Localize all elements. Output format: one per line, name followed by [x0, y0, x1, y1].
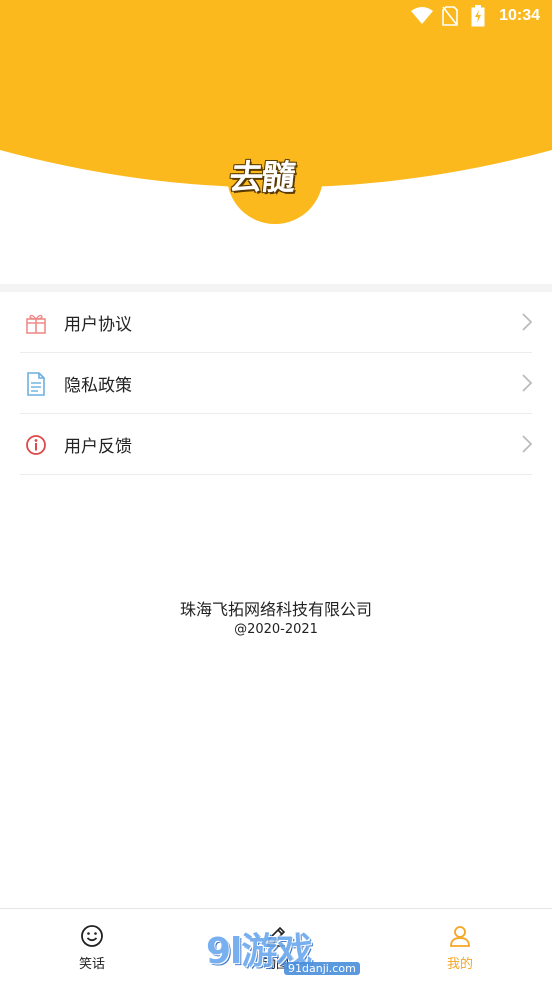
company-name: 珠海飞拓网络科技有限公司	[179, 600, 372, 619]
smile-icon	[79, 923, 105, 949]
bottom-tab-bar: 笑话 动图 我的	[0, 908, 552, 981]
no-sim-icon	[439, 5, 461, 27]
chevron-right-icon	[522, 374, 533, 392]
status-bar: 10:34	[0, 0, 552, 32]
battery-charging-icon	[467, 5, 489, 27]
copyright-text: @2020-2021	[234, 622, 318, 637]
gift-icon	[24, 311, 48, 335]
status-time: 10:34	[499, 7, 540, 24]
settings-menu: 用户协议 隐私政策 用户反馈	[0, 292, 552, 475]
tab-label: 动图	[262, 957, 289, 972]
tab-gifs[interactable]: 动图	[184, 909, 368, 981]
menu-item-label: 用户反馈	[64, 437, 132, 457]
menu-item-user-feedback[interactable]: 用户反馈	[0, 414, 552, 475]
profile-screen: 10:34 去髓 用户协议 隐私政策 用户反馈 珠海飞拓网络科技有限公司 @20…	[0, 0, 552, 981]
menu-item-user-agreement[interactable]: 用户协议	[0, 292, 552, 353]
tab-label: 笑话	[78, 957, 105, 972]
section-divider	[0, 284, 552, 292]
info-icon	[24, 433, 48, 457]
menu-item-label: 隐私政策	[64, 376, 132, 396]
document-icon	[24, 371, 48, 396]
tab-jokes[interactable]: 笑话	[0, 909, 184, 981]
menu-item-privacy-policy[interactable]: 隐私政策	[0, 353, 552, 414]
chevron-right-icon	[522, 435, 533, 453]
pencil-icon	[263, 923, 289, 949]
tab-label: 我的	[446, 957, 473, 972]
chevron-right-icon	[522, 313, 533, 331]
tab-mine[interactable]: 我的	[368, 909, 552, 981]
person-icon	[447, 923, 473, 949]
app-logo: 去髓	[227, 158, 296, 198]
wifi-icon	[411, 5, 434, 27]
menu-item-label: 用户协议	[64, 315, 132, 335]
